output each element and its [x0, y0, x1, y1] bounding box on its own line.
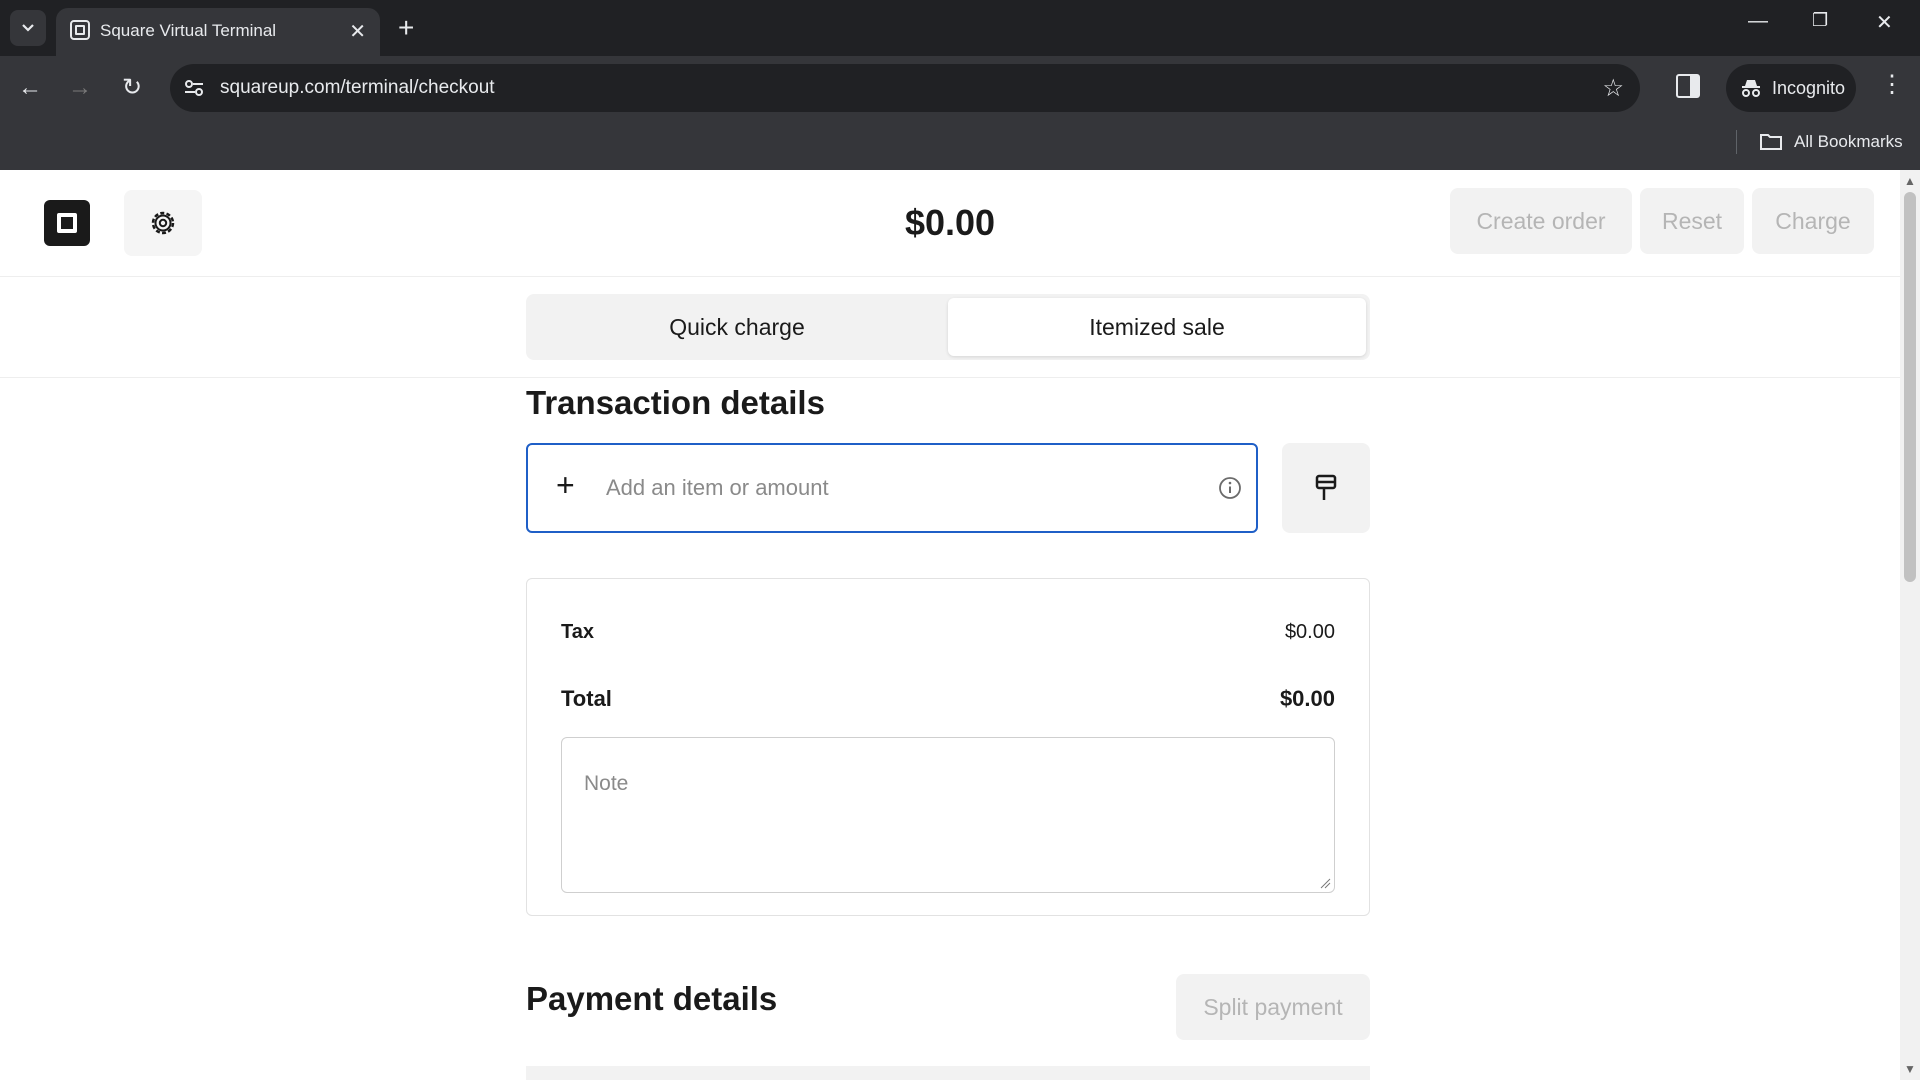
bookmarks-separator — [1736, 130, 1737, 154]
reload-button[interactable]: ↻ — [114, 72, 150, 104]
forward-button[interactable]: → — [62, 72, 98, 104]
add-item-placeholder: Add an item or amount — [606, 475, 829, 500]
total-label: Total — [561, 686, 612, 711]
incognito-icon — [1742, 80, 1760, 97]
square-logo-icon[interactable] — [44, 200, 90, 246]
gear-icon — [151, 211, 175, 235]
checkout-header: $0.00 Create order Reset Charge — [0, 170, 1900, 277]
order-amount: $0.00 — [904, 202, 996, 243]
chevron-down-icon — [22, 24, 34, 32]
all-bookmarks-link[interactable]: All Bookmarks — [1794, 132, 1903, 152]
section-divider — [0, 377, 1900, 378]
transaction-details-title: Transaction details — [526, 384, 825, 421]
library-icon — [1315, 474, 1337, 500]
settings-button[interactable] — [124, 190, 202, 256]
tab-close-icon[interactable]: ✕ — [349, 19, 366, 44]
browser-tab[interactable]: Square Virtual Terminal ✕ — [56, 8, 380, 56]
browser-toolbar: ← → ↻ squareup.com/terminal/checkout ☆ I… — [0, 56, 1920, 122]
payment-section-edge — [526, 1066, 1370, 1080]
resize-grip-icon[interactable] — [1319, 877, 1331, 889]
tab-itemized-sale[interactable]: Itemized sale — [948, 298, 1366, 356]
total-row: Total $0.00 — [561, 686, 1335, 712]
info-icon[interactable] — [1218, 476, 1242, 500]
order-summary-card: Tax $0.00 Total $0.00 Note — [526, 578, 1370, 916]
split-payment-button[interactable]: Split payment — [1176, 974, 1370, 1040]
scroll-up-icon[interactable]: ▲ — [1904, 174, 1916, 188]
back-button[interactable]: ← — [12, 72, 48, 104]
tab-search-button[interactable] — [10, 10, 46, 46]
tab-strip: Square Virtual Terminal ✕ + — ❐ ✕ — [0, 0, 1920, 56]
new-tab-button[interactable]: + — [398, 10, 414, 46]
url-text: squareup.com/terminal/checkout — [220, 77, 495, 98]
create-order-button[interactable]: Create order — [1450, 188, 1632, 254]
plus-icon: + — [556, 467, 575, 503]
scrollbar-thumb[interactable] — [1904, 192, 1916, 582]
folder-icon — [1760, 134, 1782, 150]
page-scrollbar[interactable]: ▲ ▼ — [1900, 170, 1920, 1080]
tax-row: Tax $0.00 — [561, 621, 1335, 644]
bookmarks-bar: All Bookmarks — [0, 122, 1920, 170]
charge-button[interactable]: Charge — [1752, 188, 1874, 254]
checkout-page: $0.00 Create order Reset Charge Quick ch… — [0, 170, 1900, 1080]
tab-title: Square Virtual Terminal — [100, 21, 277, 40]
sale-mode-toggle: Quick charge Itemized sale — [526, 294, 1370, 360]
browser-menu-icon[interactable]: ⋮ — [1880, 70, 1904, 99]
add-item-input[interactable]: + Add an item or amount — [526, 443, 1258, 533]
address-bar[interactable]: squareup.com/terminal/checkout ☆ — [170, 64, 1640, 112]
side-panel-icon[interactable] — [1676, 74, 1700, 98]
incognito-indicator[interactable]: Incognito — [1726, 64, 1856, 112]
tax-value: $0.00 — [1284, 621, 1335, 643]
incognito-label: Incognito — [1772, 78, 1846, 98]
item-library-button[interactable] — [1282, 443, 1370, 533]
tax-label: Tax — [561, 621, 594, 643]
reset-button[interactable]: Reset — [1640, 188, 1744, 254]
note-placeholder: Note — [584, 772, 629, 795]
payment-details-title: Payment details — [526, 980, 778, 1017]
total-value: $0.00 — [1279, 686, 1335, 711]
bookmark-star-icon[interactable]: ☆ — [1602, 74, 1624, 103]
note-field[interactable]: Note — [561, 737, 1335, 893]
scroll-down-icon[interactable]: ▼ — [1904, 1062, 1916, 1076]
restore-button[interactable]: ❐ — [1812, 10, 1828, 31]
square-favicon-icon — [70, 20, 90, 40]
site-settings-icon[interactable] — [182, 76, 206, 100]
window-close-button[interactable]: ✕ — [1876, 10, 1893, 35]
minimize-button[interactable]: — — [1748, 10, 1768, 33]
tab-quick-charge[interactable]: Quick charge — [530, 298, 944, 356]
